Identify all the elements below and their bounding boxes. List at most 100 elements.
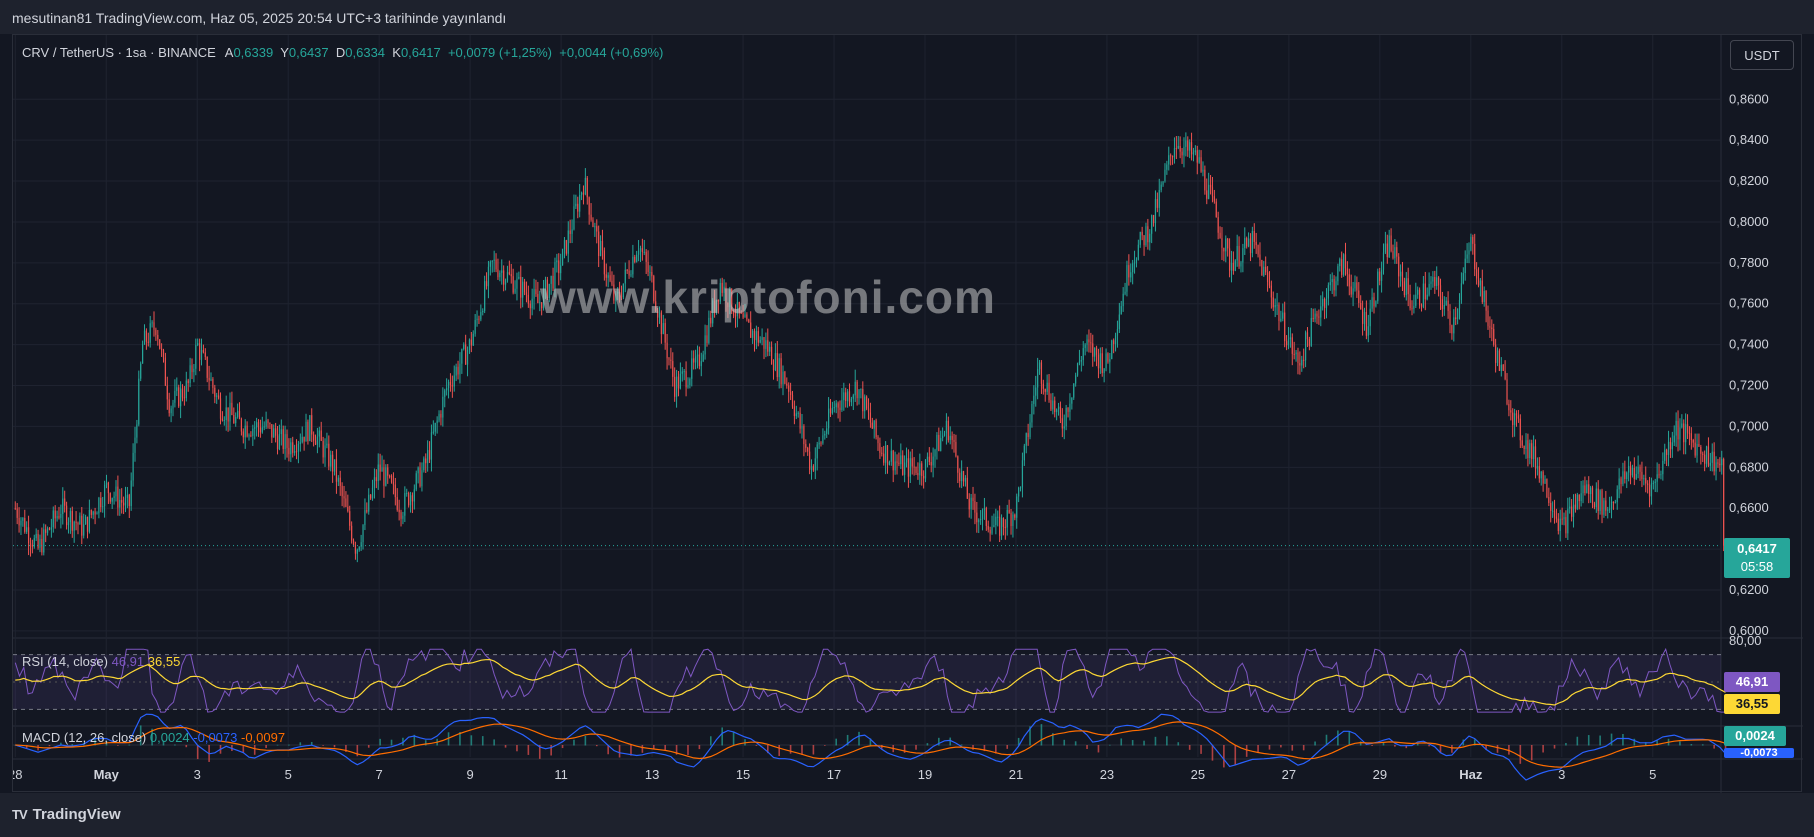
candle-body [1631,467,1634,476]
candle-body [919,463,921,476]
candle-body [387,467,389,476]
candle-body [1508,403,1510,411]
macd-hist-bar [1337,730,1339,746]
candle-body [767,340,769,352]
candle-body [510,274,512,277]
macd-hist-bar [1553,745,1556,749]
tradingview-logo[interactable]: TV TradingView [12,806,121,823]
candle-body [394,484,396,498]
candle-body [1265,266,1267,273]
candle-body [1346,268,1348,275]
candle-body [46,528,49,533]
candle-body [831,407,834,414]
candle-body [1574,504,1577,509]
macd-hist-bar [1177,742,1180,746]
candle-body [784,371,786,384]
candle-body [563,240,566,250]
candle-body [1580,493,1582,502]
candle-body [1192,152,1195,155]
candle-body [427,450,429,464]
candle-body [1320,306,1322,318]
candle-body [1700,446,1702,454]
chart-frame[interactable]: 0,8600 0,8400 0,8200 0,8000 0,7800 0,7600 0,74… [12,34,1803,793]
candle-body [1489,326,1491,328]
candle-body [81,515,83,536]
candle-body [1282,312,1284,319]
candle-body [694,356,697,363]
candle-body [750,322,752,338]
candle-body [1006,509,1008,528]
candle-body [1379,271,1381,281]
candle-body [349,511,351,526]
candle-body [218,395,220,399]
candle-body [113,496,115,498]
candle-body [888,461,891,465]
candle-body [476,318,478,321]
candle-body [1403,281,1405,296]
macd-hist-bar [960,744,963,746]
candle-body [974,501,976,513]
candle-body [1424,283,1426,300]
candle-body [1177,145,1179,149]
candle-body [1483,291,1485,303]
candle-body [1219,232,1221,239]
candle-body [1350,286,1352,295]
candle-body [1151,215,1153,234]
candle-body [31,544,33,547]
candle-body [250,435,252,437]
rsi-legend[interactable]: RSI (14, close) 46,91 36,55 [22,654,180,669]
candle-body [1065,407,1067,427]
candle-body [1217,217,1219,233]
candle-body [307,421,309,441]
symbol-title[interactable]: CRV / TetherUS · 1sa · BINANCE [22,45,216,60]
candle-body [379,464,381,472]
candle-body [1531,443,1533,460]
macd-hist-bar [1576,736,1579,746]
candle-body [1183,146,1185,156]
candle-body [803,426,805,445]
candle-body [269,423,271,425]
candle-body [313,434,315,441]
candle-body [210,379,212,381]
candle-body [1557,518,1559,531]
candle-body [962,471,965,482]
candle-body [1073,383,1075,398]
candle-body [301,436,303,443]
candle-body [482,310,484,313]
candle-body [1293,353,1295,355]
candle-body [449,381,452,386]
candle-body [527,294,529,304]
macd-hist-bar [1086,745,1088,749]
candle-body [1042,383,1044,389]
candle-body [1289,337,1291,340]
candle-body [518,276,520,279]
macd-legend[interactable]: MACD (12, 26, close) 0,0024 -0,0073 -0,0… [22,730,285,745]
candle-body [58,516,60,518]
candle-body [1113,340,1115,344]
candle-body [256,422,258,428]
candle-body [514,288,516,293]
currency-button[interactable]: USDT [1730,40,1794,70]
candle-body [687,385,689,388]
candle-body [598,231,600,257]
candle-body [122,502,125,506]
candle-body [512,276,514,293]
macd-hist-bar [390,739,393,746]
chart-canvas[interactable]: 0,8600 0,8400 0,8200 0,8000 0,7800 0,7600 0,74… [13,35,1803,793]
candle-body [1166,164,1168,170]
candle-body [1200,157,1202,172]
candle-body [1605,500,1607,511]
candle-body [877,436,879,444]
candle-body [1019,487,1022,489]
candle-body [995,516,997,526]
candle-body [1498,350,1501,371]
price-tick-label: 0,7200 [1729,378,1769,393]
candle-body [235,416,237,424]
candle-body [208,377,210,381]
candle-body [1050,400,1052,410]
candle-body [1067,407,1069,412]
macd-hist-bar [687,745,689,755]
candle-body [495,259,497,270]
candle-body [1626,472,1628,480]
candle-body [115,486,117,497]
